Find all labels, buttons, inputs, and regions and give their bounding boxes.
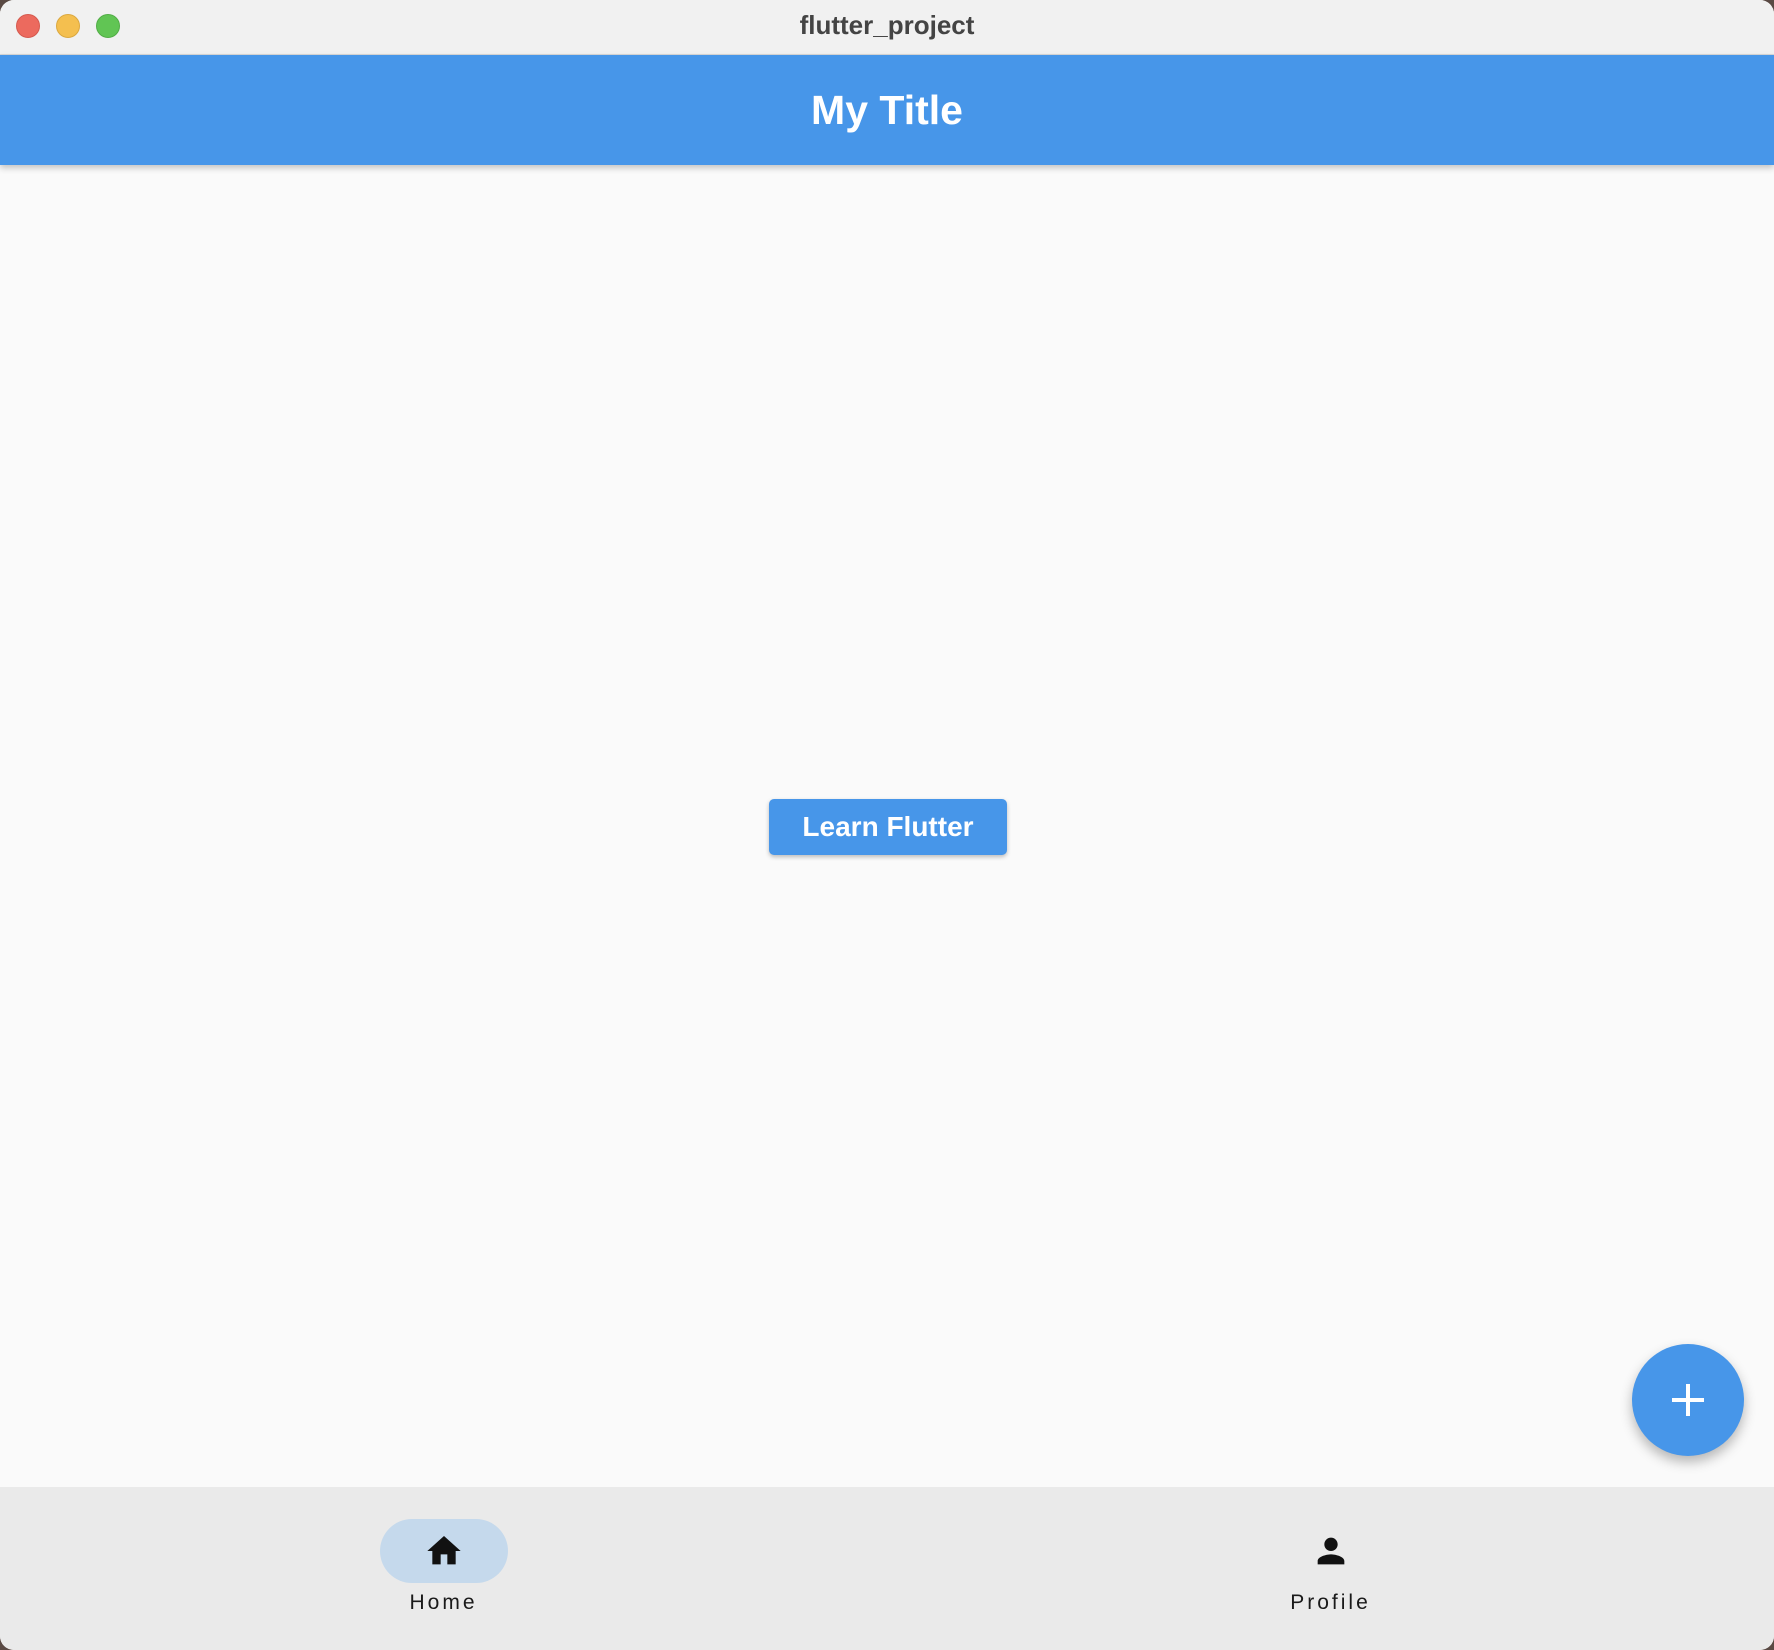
add-fab-button[interactable] <box>1632 1344 1744 1456</box>
nav-item-profile[interactable]: Profile <box>887 1487 1774 1650</box>
app-bar: My Title <box>0 55 1774 165</box>
page-body: Learn Flutter <box>0 165 1774 1487</box>
app-window: flutter_project My Title Learn Flutter H… <box>0 0 1774 1650</box>
nav-item-home[interactable]: Home <box>0 1487 887 1650</box>
plus-icon <box>1672 1384 1704 1416</box>
window-title: flutter_project <box>799 10 975 40</box>
nav-label-profile: Profile <box>1290 1591 1371 1614</box>
nav-label-home: Home <box>409 1591 478 1614</box>
window-titlebar: flutter_project <box>0 0 1774 55</box>
learn-flutter-button[interactable]: Learn Flutter <box>769 799 1007 855</box>
app-bar-title: My Title <box>811 87 963 133</box>
home-icon <box>427 1536 461 1565</box>
person-icon <box>1317 1537 1345 1565</box>
bottom-navigation-bar: Home Profile <box>0 1487 1774 1650</box>
